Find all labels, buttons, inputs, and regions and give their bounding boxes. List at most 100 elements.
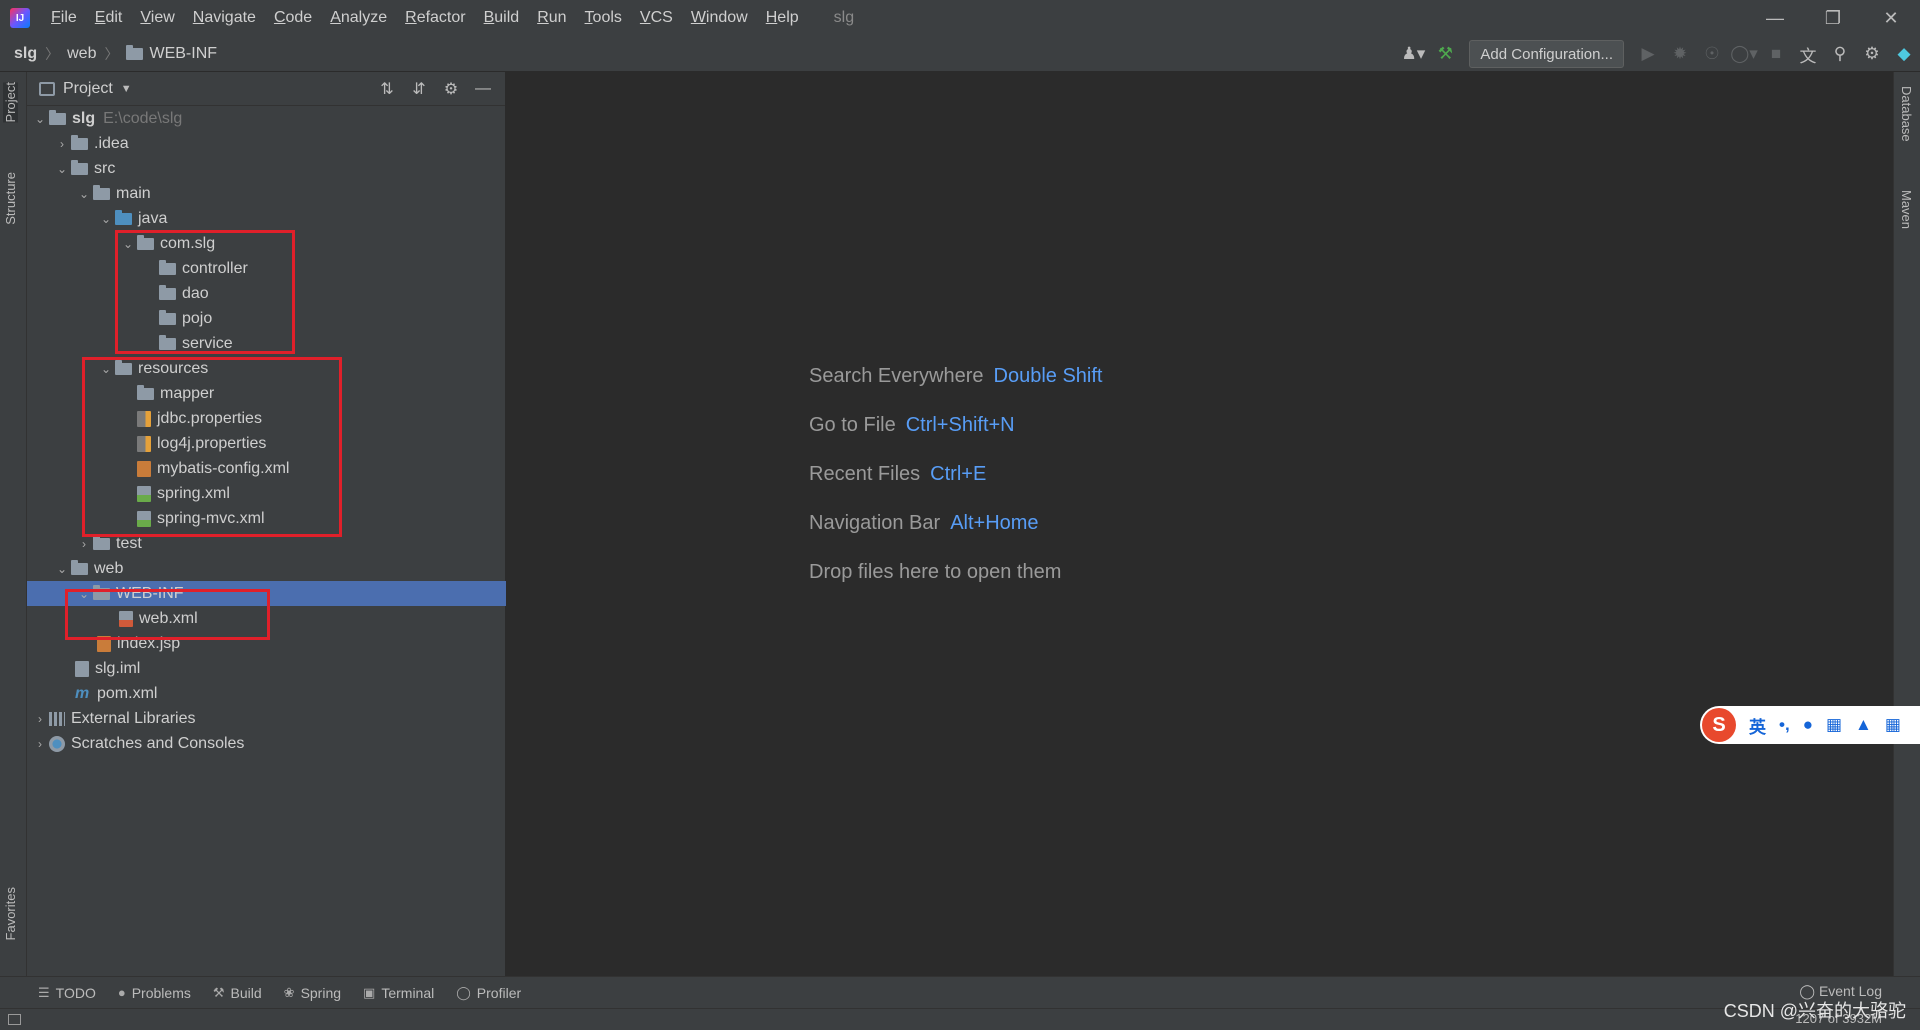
minimize-icon[interactable]: — bbox=[1746, 0, 1804, 36]
coverage-icon[interactable]: ☉ bbox=[1696, 36, 1728, 72]
tree-item-spring-mvc-xml[interactable]: spring-mvc.xml bbox=[27, 506, 506, 531]
search-icon[interactable]: ⚲ bbox=[1824, 36, 1856, 72]
menu-build[interactable]: Build bbox=[475, 0, 529, 36]
folder-icon bbox=[71, 159, 88, 175]
tab-database[interactable]: Database bbox=[1899, 86, 1914, 142]
chevron-down-icon[interactable]: ⌄ bbox=[31, 112, 49, 126]
menu-edit[interactable]: Edit bbox=[86, 0, 132, 36]
chevron-right-icon[interactable]: › bbox=[31, 712, 49, 726]
stop-icon[interactable]: ■ bbox=[1760, 36, 1792, 72]
tree-item-pojo[interactable]: pojo bbox=[27, 306, 506, 331]
menu-file[interactable]: File bbox=[42, 0, 86, 36]
gear-icon[interactable]: ⚙ bbox=[1856, 36, 1888, 72]
chevron-down-icon[interactable]: ⌄ bbox=[97, 212, 115, 226]
menu-help[interactable]: Help bbox=[757, 0, 808, 36]
chevron-down-icon[interactable]: ⌄ bbox=[53, 562, 71, 576]
chevron-down-icon[interactable]: ⌄ bbox=[119, 237, 137, 251]
project-panel-title[interactable]: Project bbox=[63, 80, 113, 98]
tree-item-java[interactable]: ⌄ java bbox=[27, 206, 506, 231]
tree-item-label: test bbox=[116, 534, 142, 552]
tree-item-main[interactable]: ⌄ main bbox=[27, 181, 506, 206]
microphone-icon[interactable]: ● bbox=[1803, 715, 1813, 735]
tree-item-slg[interactable]: ⌄ slg E:\code\slg bbox=[27, 106, 506, 131]
tree-item-label: log4j.properties bbox=[157, 434, 267, 452]
tab-maven[interactable]: Maven bbox=[1899, 190, 1914, 229]
debug-icon[interactable]: ✹ bbox=[1664, 36, 1696, 72]
apps-grid-icon[interactable]: ▦ bbox=[1885, 715, 1901, 735]
tree-item-slg-iml[interactable]: slg.iml bbox=[27, 656, 506, 681]
build-hammer-icon[interactable]: ⚒ bbox=[1429, 36, 1461, 72]
menu-navigate[interactable]: Navigate bbox=[184, 0, 265, 36]
user-icon[interactable]: ♟▾ bbox=[1397, 36, 1429, 72]
tab-profiler[interactable]: ◯ Profiler bbox=[456, 985, 521, 1001]
translate-icon[interactable]: 文 bbox=[1792, 36, 1824, 72]
breadcrumb-web[interactable]: web bbox=[67, 45, 96, 63]
menu-code[interactable]: Code bbox=[265, 0, 321, 36]
menu-view[interactable]: View bbox=[131, 0, 183, 36]
chevron-right-icon[interactable]: › bbox=[53, 137, 71, 151]
keyboard-icon[interactable]: ▦ bbox=[1826, 715, 1842, 735]
tree-item-spring-xml[interactable]: spring.xml bbox=[27, 481, 506, 506]
profile-icon[interactable]: ◯▾ bbox=[1728, 36, 1760, 72]
tab-build[interactable]: ⚒ Build bbox=[213, 985, 262, 1001]
menu-vcs[interactable]: VCS bbox=[631, 0, 682, 36]
run-icon[interactable]: ▶ bbox=[1632, 36, 1664, 72]
tree-item-jdbc-properties[interactable]: jdbc.properties bbox=[27, 406, 506, 431]
menu-window[interactable]: Window bbox=[682, 0, 757, 36]
tree-item-web[interactable]: ⌄ web bbox=[27, 556, 506, 581]
collapse-all-icon[interactable]: ⇵ bbox=[403, 79, 435, 99]
menu-run[interactable]: Run bbox=[528, 0, 575, 36]
gear-icon[interactable]: ⚙ bbox=[435, 79, 467, 99]
tree-item-label: .idea bbox=[94, 134, 129, 152]
toggle-tool-windows-icon[interactable] bbox=[8, 1014, 21, 1025]
chevron-right-icon[interactable]: › bbox=[75, 537, 93, 551]
plugin-icon[interactable]: ◆ bbox=[1888, 36, 1920, 72]
tree-item-log4j-properties[interactable]: log4j.properties bbox=[27, 431, 506, 456]
tree-item-com-slg[interactable]: ⌄ com.slg bbox=[27, 231, 506, 256]
tab-favorites[interactable]: Favorites bbox=[3, 887, 18, 940]
tab-structure[interactable]: Structure bbox=[3, 172, 18, 225]
tree-item-resources[interactable]: ⌄ resources bbox=[27, 356, 506, 381]
close-icon[interactable]: ✕ bbox=[1862, 0, 1920, 36]
menu-tools[interactable]: Tools bbox=[576, 0, 631, 36]
chevron-down-icon[interactable]: ⌄ bbox=[97, 362, 115, 376]
tab-problems[interactable]: ● Problems bbox=[118, 985, 191, 1001]
tree-item-mybatis-config[interactable]: mybatis-config.xml bbox=[27, 456, 506, 481]
tree-item-scratches[interactable]: › Scratches and Consoles bbox=[27, 731, 506, 756]
tree-item-web-xml[interactable]: web.xml bbox=[27, 606, 506, 631]
hide-panel-icon[interactable]: — bbox=[467, 80, 499, 98]
expand-all-icon[interactable]: ⇅ bbox=[371, 79, 403, 99]
tree-item-external-libraries[interactable]: › External Libraries bbox=[27, 706, 506, 731]
chevron-down-icon[interactable]: ⌄ bbox=[53, 162, 71, 176]
breadcrumb-webinf[interactable]: WEB-INF bbox=[149, 45, 217, 63]
tree-item-index-jsp[interactable]: index.jsp bbox=[27, 631, 506, 656]
profiler-icon: ◯ bbox=[456, 984, 471, 1000]
tree-item-pom-xml[interactable]: m pom.xml bbox=[27, 681, 506, 706]
add-configuration-button[interactable]: Add Configuration... bbox=[1469, 40, 1624, 68]
folder-icon bbox=[126, 44, 144, 60]
tab-terminal[interactable]: ▣ Terminal bbox=[363, 985, 434, 1001]
menu-analyze[interactable]: Analyze bbox=[321, 0, 396, 36]
tree-item-service[interactable]: service bbox=[27, 331, 506, 356]
sogou-logo-icon[interactable]: S bbox=[1702, 708, 1736, 742]
tree-item-src[interactable]: ⌄ src bbox=[27, 156, 506, 181]
chevron-right-icon[interactable]: › bbox=[31, 737, 49, 751]
tab-todo[interactable]: ☰ TODO bbox=[38, 985, 96, 1001]
menu-refactor[interactable]: Refactor bbox=[396, 0, 474, 36]
tree-item-dao[interactable]: dao bbox=[27, 281, 506, 306]
tree-item-mapper[interactable]: mapper bbox=[27, 381, 506, 406]
tree-item-idea[interactable]: › .idea bbox=[27, 131, 506, 156]
ime-language[interactable]: 英 bbox=[1749, 713, 1766, 738]
chevron-down-icon[interactable]: ⌄ bbox=[75, 587, 93, 601]
chevron-down-icon[interactable]: ▼ bbox=[121, 83, 132, 95]
chevron-down-icon[interactable]: ⌄ bbox=[75, 187, 93, 201]
punctuation-icon[interactable]: •, bbox=[1779, 715, 1790, 735]
breadcrumb-root[interactable]: slg bbox=[14, 45, 37, 63]
tree-item-web-inf[interactable]: ⌄ WEB-INF bbox=[27, 581, 506, 606]
tree-item-controller[interactable]: controller bbox=[27, 256, 506, 281]
skin-icon[interactable]: ▲ bbox=[1855, 715, 1872, 735]
tab-spring[interactable]: ❀ Spring bbox=[284, 985, 341, 1001]
tree-item-test[interactable]: › test bbox=[27, 531, 506, 556]
tab-project[interactable]: Project bbox=[3, 82, 18, 123]
restore-icon[interactable]: ❐ bbox=[1804, 0, 1862, 36]
